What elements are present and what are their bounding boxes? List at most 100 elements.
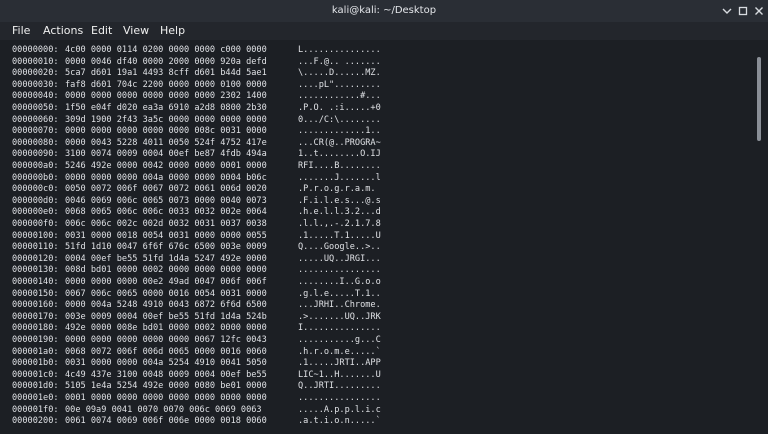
title-bar: kali@kali: ~/Desktop [0,0,768,22]
hexdump-ascii: .......J.......l [298,172,381,183]
hexdump-offset: 00000050: [12,103,59,113]
hexdump-bytes: 0000 0046 df40 0000 2000 0000 920a defd [65,56,267,67]
hexdump-ascii: Q..JRTI......... [298,381,381,392]
hexdump-offset: 000000c0: [12,184,59,195]
hexdump-ascii: .h.e.l.l.3.2...d [298,207,381,218]
hexdump-ascii: LIC~1..H.......U [298,369,381,380]
hexdump-offset: 000000e0: [12,207,59,218]
hexdump-offset: 00000120: [12,253,59,264]
hexdump-offset: 00000130: [12,265,59,276]
hexdump-ascii: ........I..G.o.o [298,277,381,287]
menu-bar: File Actions Edit View Help [0,22,768,40]
hexdump-ascii: ...JRHI..Chrome. [298,300,381,311]
hexdump-ascii: \.....D......MZ. [298,68,381,79]
hexdump-ascii: .a.t.i.o.n.....` [298,416,381,427]
hexdump-bytes: 008d bd01 0000 0002 0000 0000 0000 0000 [65,265,267,276]
hexdump-ascii: .1.....JRTI..APP [298,358,381,369]
vertical-scrollbar[interactable] [752,40,768,434]
hexdump-offset: 000000b0: [12,172,59,183]
hexdump-bytes: 0061 0074 0069 006f 006e 0000 0018 0060 [65,416,267,427]
hexdump-bytes: 003e 0009 0004 00ef be55 51fd 1d4a 524b [65,311,267,322]
hexdump-offset: 000000f0: [12,219,59,229]
hexdump-bytes: 4c00 0000 0114 0200 0000 0000 c000 0000 [65,45,267,55]
hexdump-offset: 00000180: [12,323,59,334]
hexdump-offset: 00000190: [12,335,59,345]
hexdump-ascii: .g.l.e.....T.1.. [298,288,381,299]
hexdump-ascii: .P.r.o.g.r.a.m. [298,184,381,195]
terminal-output[interactable]: 00000000: 4c00 0000 0114 0200 0000 0000 c… [0,40,752,434]
hexdump-bytes: 006c 006c 002c 002d 0032 0031 0037 0038 [65,219,267,229]
hexdump-bytes: 0031 0000 0000 004a 5254 4910 0041 5050 [65,358,267,369]
hexdump-ascii: ....pL"......... [298,79,381,90]
hexdump-ascii: ...F.@.. ....... [298,56,381,67]
hexdump-ascii: I............... [298,323,381,334]
hexdump-offset: 00000020: [12,68,59,79]
hexdump-ascii: ...CR(@..PROGRA~ [298,137,381,148]
hexdump-offset: 00000170: [12,311,59,322]
hexdump-offset: 00000200: [12,416,59,427]
hexdump-bytes: 5ca7 d601 19a1 4493 8cff d601 b44d 5ae1 [65,68,267,79]
menu-actions[interactable]: Actions [41,24,85,37]
hexdump-offset: 000001a0: [12,346,59,357]
scrollbar-thumb[interactable] [757,57,761,141]
hexdump-ascii: .....UQ..JRGI... [298,253,381,264]
hexdump-offset: 00000030: [12,79,59,90]
hexdump-bytes: faf8 d601 704c 2200 0000 0000 0100 0000 [65,79,267,90]
hexdump-bytes: 0046 0069 006c 0065 0073 0000 0040 0073 [65,195,267,206]
hexdump-ascii: .P.O. .:i.....+0 [298,103,381,113]
terminal-window: kali@kali: ~/Desktop File Actions Edit V… [0,0,768,434]
hexdump-ascii: .....A.p.p.l.i.c [298,404,381,415]
hexdump-ascii: .F.i.l.e.s...@.s [298,195,381,206]
hexdump-offset: 000001f0: [12,404,59,415]
hexdump-ascii: ...........g...C [298,335,381,345]
hexdump-offset: 00000070: [12,126,59,137]
hexdump-ascii: .............1.. [298,126,381,137]
hexdump-bytes: 0000 0000 0000 00e2 49ad 0047 006f 006f [65,277,267,287]
hexdump-ascii: RFI....B........ [298,161,381,171]
hexdump-offset: 00000060: [12,114,59,125]
hexdump-ascii: .h.r.o.m.e.....` [298,346,381,357]
hexdump-bytes: 3100 0074 0009 0004 00ef be87 4fdb 494a [65,149,267,160]
hexdump-bytes: 0068 0065 006c 006c 0033 0032 002e 0064 [65,207,267,218]
menu-edit[interactable]: Edit [89,24,114,37]
hexdump-ascii: Q....Google..>.. [298,242,381,253]
close-icon[interactable] [752,4,766,18]
menu-view[interactable]: View [121,24,151,37]
minimize-icon[interactable] [720,4,734,18]
hexdump-offset: 000001c0: [12,369,59,380]
hexdump-ascii: .l.l.,.-.2.1.7.8 [298,219,381,229]
hexdump-offset: 000001d0: [12,381,59,392]
hexdump-bytes: 0000 0000 0000 0000 0000 0000 2302 1400 [65,91,267,102]
hexdump-bytes: 5105 1e4a 5254 492e 0000 0080 be01 0000 [65,381,267,392]
hexdump-offset: 000001e0: [12,393,59,403]
hexdump-bytes: 0050 0072 006f 0067 0072 0061 006d 0020 [65,184,267,195]
hexdump-ascii: 1..t........O.IJ [298,149,381,160]
hexdump-bytes: 0068 0072 006f 006d 0065 0000 0016 0060 [65,346,267,357]
hexdump-offset: 000000d0: [12,195,59,206]
hexdump-bytes: 0000 0000 0000 0000 0000 008c 0031 0000 [65,126,267,137]
hexdump-bytes: 492e 0000 008e bd01 0000 0002 0000 0000 [65,323,267,334]
window-title: kali@kali: ~/Desktop [331,5,437,16]
hexdump-bytes: 0000 004a 5248 4910 0043 6872 6f6d 6500 [65,300,267,311]
hexdump-bytes: 0004 00ef be55 51fd 1d4a 5247 492e 0000 [65,253,267,264]
hexdump-offset: 00000000: [12,45,59,55]
hexdump-ascii: L............... [298,45,381,55]
hexdump-bytes: 0000 0000 0000 004a 0000 0000 0004 b06c [65,172,267,183]
hexdump-offset: 00000090: [12,149,59,160]
hexdump-bytes: 309d 1900 2f43 3a5c 0000 0000 0000 0000 [65,114,267,125]
hexdump-bytes: 0001 0000 0000 0000 0000 0000 0000 0000 [65,393,267,403]
hexdump-ascii: ............#... [298,91,381,102]
hexdump-offset: 00000010: [12,56,59,67]
hexdump-offset: 00000080: [12,137,59,148]
maximize-icon[interactable] [736,4,750,18]
hexdump-offset: 00000100: [12,230,59,241]
hexdump-offset: 00000160: [12,300,59,311]
hexdump-ascii: .>.......UQ..JRK [298,311,381,322]
hexdump-bytes: 0031 0000 0018 0054 0031 0000 0000 0055 [65,230,267,241]
hexdump-offset: 00000040: [12,91,59,102]
menu-help[interactable]: Help [158,24,187,37]
menu-file[interactable]: File [10,24,32,37]
hexdump-offset: 00000110: [12,242,59,253]
hexdump-bytes: 0000 0043 5228 4011 0050 524f 4752 417e [65,137,267,148]
hexdump-bytes: 5246 492e 0000 0042 0000 0000 0001 0000 [65,161,267,171]
